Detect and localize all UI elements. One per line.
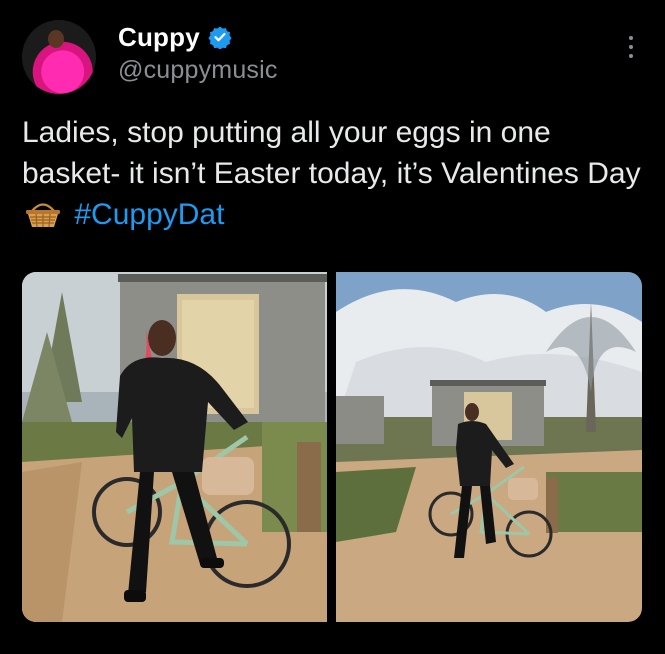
tweet-body: Ladies, stop putting all your eggs in on… bbox=[22, 116, 641, 190]
author-info: Cuppy @cuppymusic bbox=[118, 18, 278, 85]
user-handle[interactable]: @cuppymusic bbox=[118, 56, 278, 85]
more-options-icon[interactable] bbox=[626, 36, 636, 66]
tweet-text: Ladies, stop putting all your eggs in on… bbox=[22, 112, 642, 235]
basket-icon bbox=[26, 203, 60, 228]
avatar[interactable] bbox=[22, 20, 96, 94]
media-gallery bbox=[22, 272, 642, 622]
display-name[interactable]: Cuppy bbox=[118, 22, 200, 53]
verified-badge-icon bbox=[208, 26, 232, 49]
tweet-header: Cuppy @cuppymusic bbox=[22, 18, 642, 98]
name-row: Cuppy bbox=[118, 18, 278, 56]
photo-woman-bicycle-wide[interactable] bbox=[336, 272, 642, 622]
photo-woman-bicycle-closeup[interactable] bbox=[22, 272, 327, 622]
hashtag-link[interactable]: #CuppyDat bbox=[74, 198, 224, 231]
